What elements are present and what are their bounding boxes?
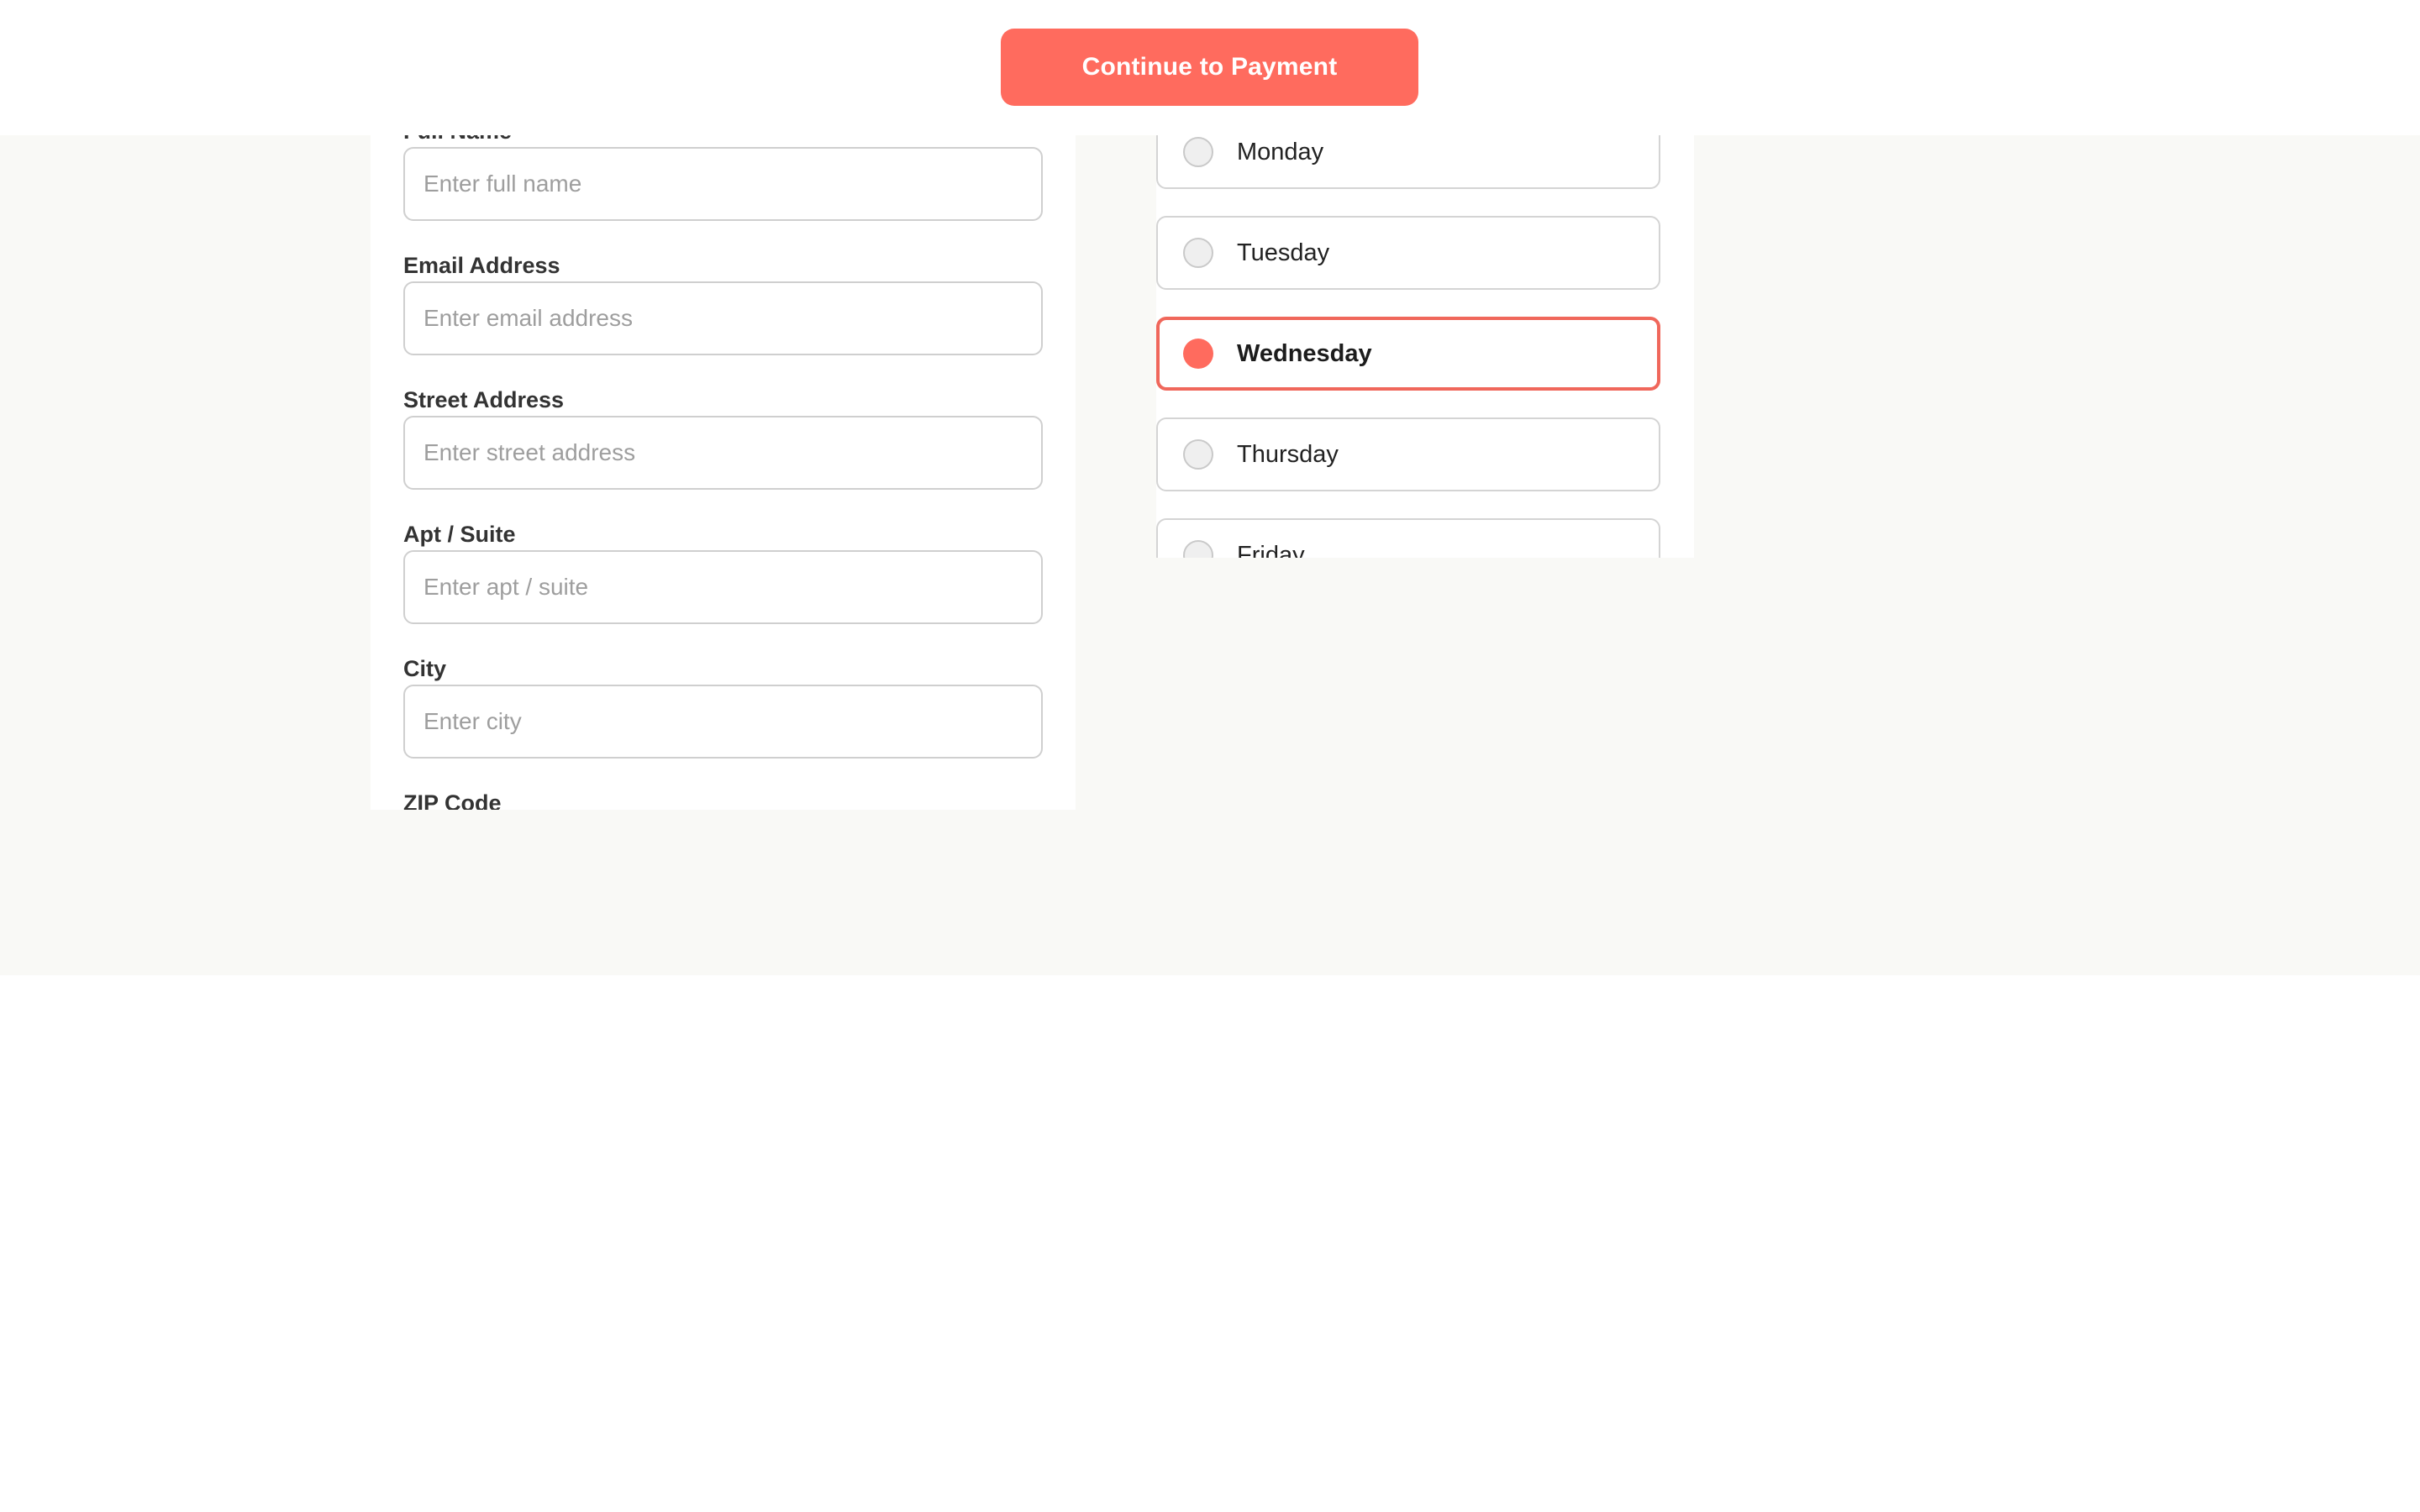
day-option-thursday[interactable]: Thursday [1156,417,1660,491]
day-label: Tuesday [1237,239,1330,266]
day-option-monday[interactable]: Monday [1156,135,1660,189]
apt-suite-label: Apt / Suite [403,522,516,547]
header-bar: Continue to Payment [0,0,2420,135]
day-label: Wednesday [1237,339,1372,367]
address-form-panel[interactable]: Full Name Email Address Street Address A… [371,135,1076,810]
day-label: Monday [1237,138,1324,165]
address-form: Full Name Email Address Street Address A… [403,135,1043,810]
street-address-field: Street Address [403,384,1043,518]
continue-to-payment-button[interactable]: Continue to Payment [1001,29,1418,106]
email-address-label: Email Address [403,253,560,278]
day-option-tuesday[interactable]: Tuesday [1156,216,1660,290]
delivery-day-panel[interactable]: Monday Tuesday Wednesday Thursday Friday [1156,135,1694,558]
city-input[interactable] [403,685,1043,759]
radio-unselected-icon [1183,238,1213,268]
street-address-label: Street Address [403,387,565,412]
radio-selected-icon [1183,339,1213,369]
radio-unselected-icon [1183,439,1213,470]
day-label: Thursday [1237,440,1339,468]
radio-unselected-icon [1183,540,1213,558]
apt-suite-field: Apt / Suite [403,518,1043,653]
apt-suite-input[interactable] [403,550,1043,624]
zip-code-label: ZIP Code [403,790,502,810]
full-name-label: Full Name [403,135,1043,147]
city-field: City [403,653,1043,787]
delivery-day-options: Monday Tuesday Wednesday Thursday Friday [1156,135,1660,558]
day-label: Friday [1237,541,1305,559]
day-option-friday[interactable]: Friday [1156,518,1660,558]
street-address-input[interactable] [403,416,1043,490]
day-option-wednesday[interactable]: Wednesday [1156,317,1660,391]
zip-code-field: ZIP Code [403,787,1043,810]
content-area: Full Name Email Address Street Address A… [0,135,2420,975]
radio-unselected-icon [1183,137,1213,167]
full-name-input[interactable] [403,147,1043,221]
city-label: City [403,656,447,681]
email-address-input[interactable] [403,281,1043,355]
email-address-field: Email Address [403,249,1043,384]
full-name-field: Full Name [403,135,1043,249]
